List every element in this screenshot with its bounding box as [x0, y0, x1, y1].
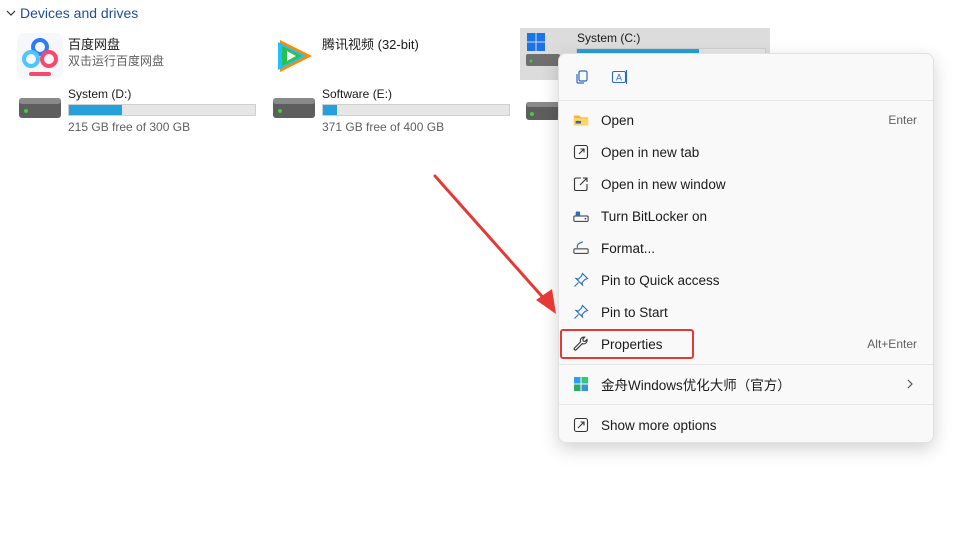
drive-icon: [526, 102, 560, 120]
tile-software-e[interactable]: Software (E:) 371 GB free of 400 GB: [270, 86, 510, 135]
shortcut-label: Alt+Enter: [867, 337, 917, 351]
tile-system-d[interactable]: System (D:) 215 GB free of 300 GB: [16, 86, 256, 135]
drive-icon: [526, 54, 560, 66]
copy-icon: [576, 70, 588, 84]
menu-item-pin-start[interactable]: Pin to Start: [559, 296, 933, 328]
menu-item-open[interactable]: Open Enter: [559, 104, 933, 136]
chevron-down-icon: [6, 10, 16, 16]
context-menu: A Open Enter Open in new tab Open in new…: [558, 53, 934, 443]
drive-icon: [19, 98, 61, 118]
menu-item-format[interactable]: Format...: [559, 232, 933, 264]
tencent-video-icon: [278, 40, 312, 72]
menu-separator: [559, 404, 933, 405]
open-new-window-icon: [573, 176, 589, 192]
tile-tencent-video[interactable]: 腾讯视频 (32-bit): [270, 32, 419, 80]
menu-item-show-more-options[interactable]: Show more options: [559, 409, 933, 441]
windows-logo-icon: [527, 33, 545, 51]
devices-drives-header[interactable]: Devices and drives: [4, 3, 138, 23]
app-icon: [573, 376, 589, 392]
section-title: Devices and drives: [20, 5, 139, 21]
tile-name: System (D:): [68, 87, 132, 101]
menu-item-bitlocker[interactable]: Turn BitLocker on: [559, 200, 933, 232]
folder-icon: [573, 112, 589, 128]
chevron-right-icon: [907, 379, 913, 389]
menu-item-jinzhou-optimizer[interactable]: 金舟Windows优化大师（官方）: [559, 368, 933, 400]
menu-separator: [559, 364, 933, 365]
baidu-netdisk-icon: [17, 33, 63, 79]
context-menu-toolbar: A: [559, 54, 933, 100]
drive-free-text: 215 GB free of 300 GB: [68, 120, 191, 134]
tile-baidu-netdisk[interactable]: 百度网盘 双击运行百度网盘: [16, 32, 164, 80]
tile-name: 百度网盘: [68, 37, 121, 52]
tile-subtitle: 双击运行百度网盘: [68, 54, 165, 68]
tile-name: System (C:): [577, 31, 641, 45]
format-icon: [573, 240, 589, 256]
tile-name: 腾讯视频 (32-bit): [322, 37, 419, 52]
pin-icon: [573, 272, 589, 288]
bitlocker-icon: [573, 208, 589, 224]
more-options-icon: [573, 417, 589, 433]
open-new-tab-icon: [573, 144, 589, 160]
menu-item-open-new-tab[interactable]: Open in new tab: [559, 136, 933, 168]
drive-usage-bar: [68, 104, 256, 116]
menu-item-pin-quick-access[interactable]: Pin to Quick access: [559, 264, 933, 296]
tile-name: Software (E:): [322, 87, 393, 101]
annotation-highlight-box: [560, 329, 694, 359]
menu-item-open-new-window[interactable]: Open in new window: [559, 168, 933, 200]
menu-separator: [559, 100, 933, 101]
drive-free-text: 371 GB free of 400 GB: [322, 120, 445, 134]
svg-text:A: A: [616, 73, 622, 83]
rename-button[interactable]: A: [609, 66, 631, 88]
drive-usage-bar: [322, 104, 510, 116]
copy-button[interactable]: [571, 66, 593, 88]
rename-icon: A: [611, 70, 628, 84]
drive-icon: [273, 98, 315, 118]
pin-icon: [573, 304, 589, 320]
shortcut-label: Enter: [888, 113, 917, 127]
